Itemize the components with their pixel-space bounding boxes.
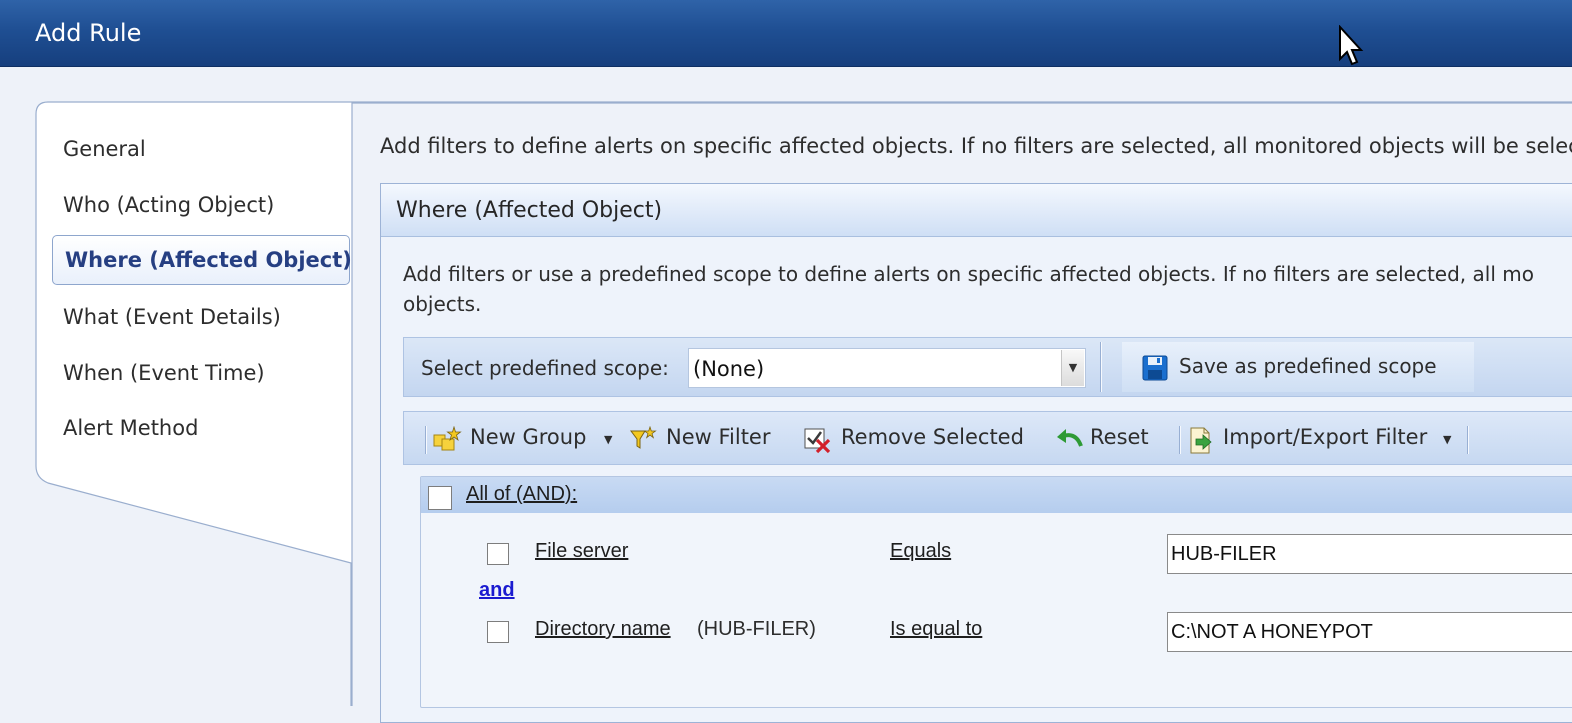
reset-button[interactable]: Reset bbox=[1054, 421, 1154, 455]
nav-item-alert-method[interactable]: Alert Method bbox=[63, 416, 198, 440]
scope-label: Select predefined scope: bbox=[421, 356, 669, 380]
filter-operator-link[interactable]: Equals bbox=[890, 540, 951, 563]
filter-checkbox[interactable] bbox=[487, 543, 509, 565]
new-group-label: New Group bbox=[470, 425, 587, 449]
group-operator-link[interactable]: All of (AND): bbox=[466, 483, 577, 506]
nav-item-what[interactable]: What (Event Details) bbox=[63, 305, 281, 329]
toolbar-separator bbox=[1467, 426, 1468, 454]
import-export-filter-label: Import/Export Filter bbox=[1223, 425, 1428, 449]
filter-field-link[interactable]: Directory name bbox=[535, 618, 671, 641]
toolbar-separator bbox=[425, 426, 426, 454]
filter-field-qualifier: (HUB-FILER) bbox=[697, 618, 816, 640]
toolbar-separator bbox=[1179, 426, 1180, 454]
new-filter-icon bbox=[630, 426, 657, 449]
filter-group: All of (AND): File server Equals HUB-FIL… bbox=[420, 476, 1572, 708]
filter-value-field[interactable]: HUB-FILER bbox=[1167, 534, 1572, 574]
reset-icon bbox=[1057, 429, 1083, 447]
nav-item-who[interactable]: Who (Acting Object) bbox=[63, 193, 274, 217]
panel-header: Where (Affected Object) bbox=[381, 184, 1572, 237]
save-predefined-scope-label: Save as predefined scope bbox=[1179, 354, 1437, 378]
panel-description-line1: Add filters or use a predefined scope to… bbox=[403, 262, 1534, 286]
nav-item-when[interactable]: When (Event Time) bbox=[63, 361, 265, 385]
new-filter-label: New Filter bbox=[666, 425, 771, 449]
group-header: All of (AND): bbox=[421, 477, 1572, 513]
filter-toolbar: New Group ▼ New Filter Remove Selected R… bbox=[403, 411, 1572, 465]
nav-item-where[interactable]: Where (Affected Object) bbox=[52, 235, 352, 285]
new-filter-button[interactable]: New Filter bbox=[630, 421, 780, 455]
import-export-filter-button[interactable]: Import/Export Filter ▼ bbox=[1187, 421, 1457, 455]
remove-selected-label: Remove Selected bbox=[841, 425, 1024, 449]
group-checkbox[interactable] bbox=[428, 486, 452, 510]
remove-selected-button[interactable]: Remove Selected bbox=[803, 421, 1028, 455]
filter-checkbox[interactable] bbox=[487, 621, 509, 643]
reset-label: Reset bbox=[1090, 425, 1149, 449]
new-group-icon bbox=[433, 426, 462, 451]
panel-description: Add filters or use a predefined scope to… bbox=[403, 259, 1572, 319]
filter-value-field[interactable]: C:\NOT A HONEYPOT bbox=[1167, 612, 1572, 652]
nav-item-general[interactable]: General bbox=[63, 137, 146, 161]
scope-select-value: (None) bbox=[693, 357, 765, 381]
scope-select[interactable]: (None) ▼ bbox=[688, 348, 1086, 388]
remove-selected-icon bbox=[804, 428, 831, 454]
scope-toolbar: Select predefined scope: (None) ▼ Save a… bbox=[403, 337, 1572, 397]
new-group-button[interactable]: New Group ▼ bbox=[432, 421, 618, 455]
filter-operator-link[interactable]: Is equal to bbox=[890, 618, 982, 641]
filter-value-text: C:\NOT A HONEYPOT bbox=[1171, 621, 1373, 643]
save-disk-icon bbox=[1142, 355, 1168, 381]
panel-title: Where (Affected Object) bbox=[396, 198, 663, 223]
filter-value-text: HUB-FILER bbox=[1171, 543, 1277, 565]
dropdown-arrow-icon[interactable]: ▼ bbox=[1061, 350, 1084, 386]
dropdown-arrow-icon[interactable]: ▼ bbox=[604, 433, 612, 446]
intro-text: Add filters to define alerts on specific… bbox=[380, 134, 1572, 158]
import-export-icon bbox=[1190, 427, 1212, 454]
dropdown-arrow-icon[interactable]: ▼ bbox=[1443, 433, 1451, 446]
save-predefined-scope-button[interactable]: Save as predefined scope bbox=[1122, 342, 1474, 392]
and-connector-link[interactable]: and bbox=[479, 579, 515, 602]
filter-field-link[interactable]: File server bbox=[535, 540, 628, 563]
panel-description-line2: objects. bbox=[403, 292, 482, 316]
toolbar-separator bbox=[1100, 342, 1101, 392]
